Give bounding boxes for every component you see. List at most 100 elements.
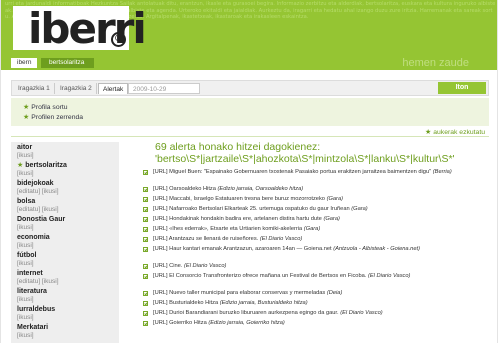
star-icon: ★ [424,129,432,136]
result-title[interactable]: [URL] Arantzazu se llenará de ruiseñores… [153,236,258,242]
sidebar-item-name: internet [17,270,43,277]
result-source: (El Diario Vasco) [259,236,303,242]
check-icon [143,187,148,192]
result-title[interactable]: [URL] Nuevo taller municipal para elabor… [153,290,325,296]
create-profile-link[interactable]: ★ Profila sortu [23,103,68,111]
date-input[interactable]: 2009-10-29 [128,83,200,94]
registered-mark: ® [111,32,126,47]
submit-button[interactable]: Iton [438,82,486,94]
sidebar-item-name: Merkatari [17,324,49,331]
sidebar-item-name: bidejokoak [17,180,54,187]
alerts-query: 'bertso\S*|jartzaile\S*|ahozkota\S*|mint… [155,153,455,165]
sidebar-item[interactable]: literatura [ikusi] [17,288,47,304]
result-source: (Gara) [323,216,340,222]
sidebar-item[interactable]: aitor [ikusi] [17,144,34,160]
result-source: (Gara) [303,226,321,232]
result-title[interactable]: [URL] Busturialdeko Hitza [153,300,218,306]
result-source: (Antzuola - Albisteak - Goiena.net) [333,246,420,252]
breadcrumb: ibern bertsolaritza hemen zaude [1,56,497,70]
sidebar-item-actions[interactable]: [ikusi] [17,332,48,340]
star-icon: ★ [17,162,24,169]
check-icon [143,207,148,212]
header-banner: urri eta jardunaldi informatiboak Hezkun… [1,0,497,56]
filter-tabs: Iragazkia 1 Iragazkia 2 Alertak 2009-10-… [11,80,489,96]
breadcrumb-current[interactable]: bertsolaritza [41,58,95,68]
result-title[interactable]: [URL] Oarsoaldeko Hitza [153,186,216,192]
result-source: (Gara) [351,206,368,212]
sidebar-item-actions[interactable]: [editatu] [ikusi] [17,206,59,214]
tab-filter-1[interactable]: Iragazkia 1 [14,83,55,94]
create-profile-label: Profila sortu [31,104,68,111]
sidebar-item[interactable]: Merkatari [ikusi] [17,324,48,340]
check-icon [143,170,148,175]
check-icon [143,291,148,296]
result-title[interactable]: [URL] Durioi Barandiarani buruzko liburu… [153,310,339,316]
profile-list-link[interactable]: ★ Profilen zerrenda [23,113,83,121]
sidebar-item-actions[interactable]: [ikusi] [17,152,34,160]
star-icon: ★ [23,114,30,121]
logo-wordmark: iberri [28,4,147,53]
sidebar-item-name: aitor [17,144,33,151]
you-are-here-label: hemen zaude [402,57,469,69]
result-source: (Edizio jarraia, Oarsoaldeko hitza) [217,186,304,192]
sidebar-item[interactable]: Donostia Gaur [ikusi] [17,216,65,232]
sidebar-item-name: bolsa [17,198,36,205]
check-icon [143,321,148,326]
check-icon [143,247,148,252]
check-icon [143,264,148,269]
result-source: (El Diario Vasco) [367,273,411,279]
sidebar-item-name: lurraldebus [17,306,56,313]
check-icon [143,274,148,279]
result-source: (Edizio jarraia, Goierriko hitza) [208,320,285,326]
sidebar-item-actions[interactable]: [ikusi] [17,260,36,268]
tab-filter-2[interactable]: Iragazkia 2 [56,83,97,94]
result-title[interactable]: [URL] Maccabi, Israelgo Estatuaren tresn… [153,196,325,202]
breadcrumb-home[interactable]: ibern [11,58,38,68]
result-title[interactable]: [URL] Goierriko Hitza [153,320,207,326]
result-title[interactable]: [URL] Nafarroako Bertsolari Elkarteak 25… [153,206,350,212]
sidebar-item[interactable]: bolsa [editatu] [ikusi] [17,198,59,214]
sidebar-item[interactable]: bidejokoak [editatu] [ikusi] [17,180,59,196]
sidebar-item[interactable]: internet [editatu] [ikusi] [17,270,59,286]
page-frame: urri eta jardunaldi informatiboak Hezkun… [0,0,498,343]
alerts-count-title: 69 alerta honako hitzei dagokienez: [155,141,321,153]
sidebar-item-actions[interactable]: [editatu] [ikusi] [17,188,59,196]
star-icon: ★ [23,104,30,111]
sidebar-item-actions[interactable]: [ikusi] [17,314,55,322]
result-title[interactable]: [URL] Miguel Buen: "Espainako Gobernuare… [153,169,431,175]
check-icon [143,237,148,242]
result-source: (Deia) [326,290,343,296]
result-title[interactable]: [URL] Hondakinak hondakin badira ere, ar… [153,216,322,222]
sidebar-item-name: Donostia Gaur [17,216,66,223]
result-title[interactable]: [URL] «Ihes ederrak», Etxarte eta Urtiar… [153,226,302,232]
sidebar-item-name: literatura [17,288,47,295]
profile-panel: ★ Profila sortu ★ Profilen zerrenda [11,98,489,126]
result-title[interactable]: [URL] Haur kantari emanak Arantzazun, az… [153,246,332,252]
sidebar-item-name: ★ bertsolaritza [17,162,67,169]
profile-list-label: Profilen zerrenda [31,114,84,121]
sidebar-item[interactable]: economia [ikusi] [17,234,50,250]
hide-options-link[interactable]: ★ aukerak ezkutatu [425,128,485,136]
sidebar-item-actions[interactable]: [editatu] [ikusi] [17,278,59,286]
iberri-logo[interactable]: iberri ® [13,4,147,53]
sidebar-item-actions[interactable]: [ikusi] [17,296,47,304]
sidebar-item[interactable]: ★ bertsolaritza [ikusi] [17,162,67,178]
sidebar-item-actions[interactable]: [ikusi] [17,170,67,178]
sidebar-item-actions[interactable]: [ikusi] [17,242,50,250]
check-icon [143,311,148,316]
tab-alerts[interactable]: Alertak [98,83,129,94]
result-title[interactable]: [URL] Cine. [153,263,182,269]
hide-options-label: aukerak ezkutatu [433,129,485,136]
result-source: (Gara) [326,196,344,202]
result-source: (Edizio jarraia, Busturialdeko hitza) [219,300,308,306]
sidebar-item-name: economia [17,234,50,241]
result-source: (El Diario Vasco) [340,310,383,316]
sidebar-item[interactable]: fútbol [ikusi] [17,252,36,268]
sidebar-item[interactable]: lurraldebus [ikusi] [17,306,55,322]
result-title[interactable]: [URL] El Consorcio Transfronterizo ofrec… [153,273,366,279]
result-source: (El Diario Vasco) [184,263,227,269]
sidebar-item-actions[interactable]: [ikusi] [17,224,65,232]
check-icon [143,197,148,202]
result-source: (Berria) [432,169,452,175]
check-icon [143,217,148,222]
